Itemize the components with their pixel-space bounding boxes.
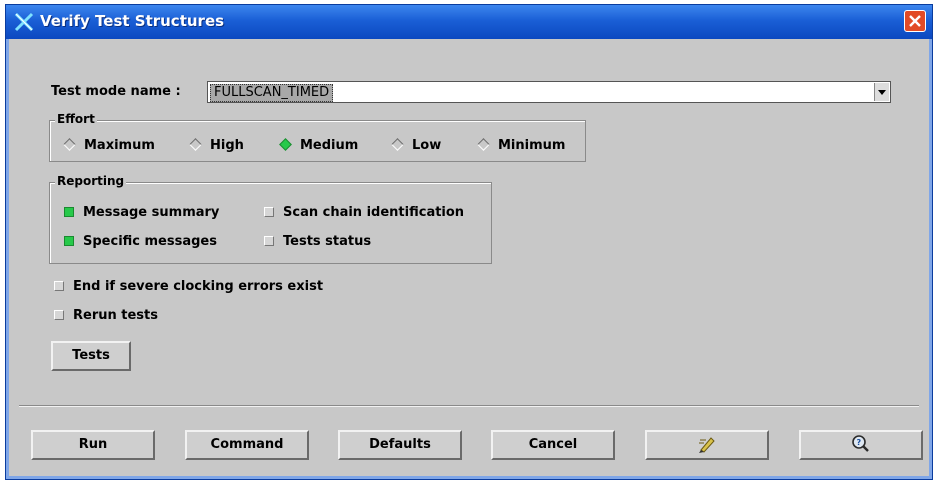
window-title: Verify Test Structures	[40, 12, 225, 30]
radio-maximum[interactable]: Maximum	[63, 138, 155, 153]
tests-button[interactable]: Tests	[51, 341, 131, 371]
pencil-edit-icon	[699, 437, 715, 453]
test-mode-combobox[interactable]: FULLSCAN_TIMED	[207, 81, 891, 103]
run-button[interactable]: Run	[31, 430, 155, 460]
title-bar[interactable]: Verify Test Structures	[6, 5, 932, 39]
checkbox-checked-icon	[64, 206, 74, 217]
reporting-title: Reporting	[55, 174, 127, 188]
checkbox-tests-status[interactable]: Tests status	[264, 234, 371, 249]
radio-high[interactable]: High	[189, 138, 244, 153]
command-button[interactable]: Command	[185, 430, 309, 460]
checkbox-unchecked-icon	[264, 206, 274, 217]
dialog-window: Verify Test Structures Test mode name : …	[5, 4, 933, 480]
checkbox-unchecked-icon	[54, 280, 64, 291]
test-mode-value[interactable]: FULLSCAN_TIMED	[210, 84, 334, 102]
test-mode-label: Test mode name :	[51, 84, 181, 99]
dropdown-arrow-icon[interactable]	[874, 83, 889, 101]
help-button[interactable]: ?	[799, 430, 923, 460]
edit-button[interactable]	[645, 430, 769, 460]
checkbox-unchecked-icon	[54, 309, 64, 320]
dialog-content: Test mode name : FULLSCAN_TIMED Effort M…	[6, 39, 932, 479]
close-icon	[909, 15, 921, 27]
close-button[interactable]	[904, 10, 926, 32]
radio-diamond-icon	[189, 138, 202, 151]
footer-separator	[19, 405, 919, 407]
radio-medium[interactable]: Medium	[279, 138, 358, 153]
checkbox-specific-messages[interactable]: Specific messages	[64, 234, 217, 249]
checkbox-unchecked-icon	[264, 235, 274, 246]
reporting-group	[49, 182, 492, 264]
svg-text:?: ?	[857, 438, 862, 447]
radio-low[interactable]: Low	[391, 138, 441, 153]
radio-diamond-icon	[63, 138, 76, 151]
radio-diamond-icon	[391, 138, 404, 151]
checkbox-checked-icon	[64, 235, 74, 246]
checkbox-message-summary[interactable]: Message summary	[64, 205, 219, 220]
checkbox-scan-chain-identification[interactable]: Scan chain identification	[264, 205, 464, 220]
app-x-icon	[14, 12, 34, 32]
checkbox-end-if-severe-errors[interactable]: End if severe clocking errors exist	[54, 279, 323, 294]
magnifier-help-icon: ?	[852, 435, 869, 452]
checkbox-rerun-tests[interactable]: Rerun tests	[54, 308, 158, 323]
radio-diamond-selected-icon	[279, 138, 292, 151]
radio-minimum[interactable]: Minimum	[477, 138, 565, 153]
defaults-button[interactable]: Defaults	[338, 430, 462, 460]
radio-diamond-icon	[477, 138, 490, 151]
effort-title: Effort	[55, 112, 97, 126]
cancel-button[interactable]: Cancel	[491, 430, 615, 460]
